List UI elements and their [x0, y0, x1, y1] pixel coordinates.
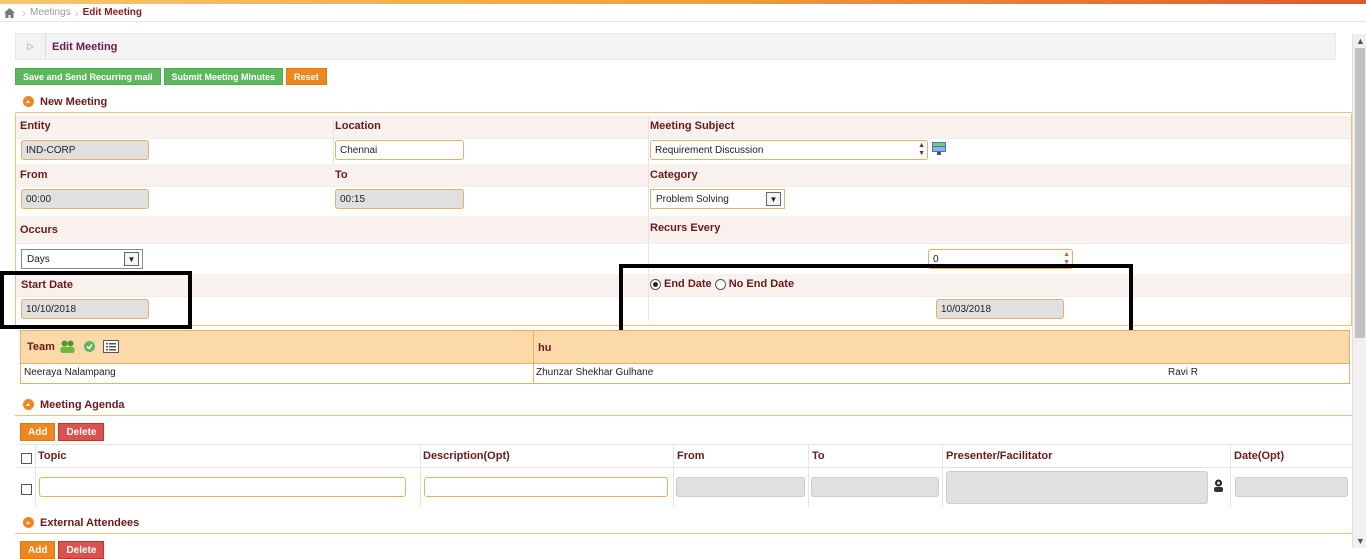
- check-icon[interactable]: [84, 341, 95, 355]
- panel-title: Edit Meeting: [52, 40, 118, 53]
- agenda-col-from: From: [677, 450, 705, 462]
- location-label: Location: [335, 120, 381, 132]
- row-checkbox[interactable]: [21, 484, 32, 495]
- agenda-presenter-input[interactable]: [946, 471, 1208, 504]
- section-meeting-agenda[interactable]: Meeting Agenda: [15, 394, 1352, 416]
- recurs-every-value: 0: [933, 253, 939, 265]
- occurs-value: Days: [27, 253, 50, 265]
- person-search-icon[interactable]: [1213, 479, 1224, 495]
- divider: [17, 467, 1352, 468]
- recurs-every-label: Recurs Every: [650, 222, 721, 234]
- category-label: Category: [650, 169, 698, 181]
- section-meeting-agenda-title: Meeting Agenda: [40, 398, 125, 411]
- scroll-up-icon[interactable]: ▲: [1356, 36, 1365, 46]
- external-delete-button[interactable]: Delete: [58, 541, 105, 559]
- external-toolbar: Add Delete: [20, 541, 105, 559]
- from-field[interactable]: 00:00: [21, 189, 149, 209]
- section-external-attendees[interactable]: External Attendees: [15, 512, 1352, 534]
- agenda-description-input[interactable]: [424, 477, 668, 497]
- category-select[interactable]: Problem Solving ▼: [650, 189, 785, 209]
- agenda-add-button[interactable]: Add: [20, 423, 56, 441]
- chevron-right-icon: ›: [74, 5, 79, 20]
- chevron-down-icon[interactable]: ▼: [766, 192, 781, 206]
- agenda-col-description: Description(Opt): [423, 450, 510, 462]
- chevron-right-icon: ›: [22, 5, 26, 20]
- external-add-button[interactable]: Add: [20, 541, 56, 559]
- category-value: Problem Solving: [656, 193, 729, 205]
- location-field[interactable]: Chennai: [335, 140, 464, 160]
- toolbar: Save and Send Recurring mail Submit Meet…: [15, 68, 327, 86]
- reset-button[interactable]: Reset: [286, 68, 327, 85]
- agenda-col-presenter: Presenter/Facilitator: [946, 450, 1053, 462]
- breadcrumb-edit-meeting: Edit Meeting: [82, 7, 143, 18]
- collapse-icon[interactable]: [23, 399, 34, 410]
- divider: [333, 116, 334, 164]
- save-send-recurring-button[interactable]: Save and Send Recurring mail: [15, 68, 161, 85]
- scrollbar-thumb[interactable]: [1355, 48, 1365, 338]
- subject-spinner-icon[interactable]: ▲ ▼: [918, 142, 925, 158]
- agenda-col-topic: Topic: [38, 450, 67, 462]
- agenda-topic-input[interactable]: [39, 477, 406, 497]
- divider: [420, 445, 421, 507]
- collapse-icon[interactable]: [23, 96, 34, 107]
- divider: [808, 445, 809, 507]
- home-icon[interactable]: [0, 4, 18, 22]
- to-label: To: [335, 169, 348, 181]
- subject-value: Requirement Discussion: [655, 144, 764, 156]
- list-icon[interactable]: [103, 340, 119, 356]
- agenda-col-to: To: [812, 450, 825, 462]
- divider: [942, 445, 943, 507]
- entity-label: Entity: [20, 120, 51, 132]
- agenda-to-input[interactable]: [811, 477, 939, 497]
- panel-header: ▷ Edit Meeting: [15, 33, 1336, 60]
- highlight-box-end-date: [619, 264, 1133, 340]
- agenda-col-date: Date(Opt): [1234, 450, 1285, 462]
- subject-label: Meeting Subject: [650, 120, 735, 132]
- people-icon[interactable]: [60, 340, 75, 356]
- panel-toggle-icon[interactable]: ▷: [16, 34, 46, 59]
- breadcrumb: › Meetings › Edit Meeting: [0, 4, 1366, 22]
- vertical-scrollbar[interactable]: ▲ ▼: [1352, 34, 1366, 548]
- subject-field[interactable]: Requirement Discussion ▲ ▼: [650, 140, 928, 160]
- agenda-toolbar: Add Delete: [20, 423, 105, 441]
- scroll-down-icon[interactable]: ▼: [1356, 536, 1365, 546]
- chevron-down-icon[interactable]: ▼: [124, 252, 139, 266]
- section-external-attendees-title: External Attendees: [40, 516, 140, 529]
- team-label: Team: [27, 341, 55, 353]
- agenda-from-input[interactable]: [676, 477, 805, 497]
- divider: [673, 445, 674, 507]
- team-member: Neeraya Nalampang: [24, 367, 116, 378]
- from-label: From: [20, 169, 48, 181]
- occurs-select[interactable]: Days ▼: [21, 249, 143, 269]
- team-member: Zhunzar Shekhar Gulhane: [536, 367, 654, 378]
- agenda-table: Topic Description(Opt) From To Presenter…: [17, 444, 1352, 507]
- breadcrumb-meetings[interactable]: Meetings: [30, 7, 71, 18]
- to-field[interactable]: 00:15: [335, 189, 464, 209]
- divider: [1230, 445, 1231, 507]
- team-table: Team hu Neeraya Nalampang Zhunzar Shekha…: [20, 330, 1350, 384]
- agenda-delete-button[interactable]: Delete: [58, 423, 105, 441]
- section-new-meeting-title: New Meeting: [40, 95, 108, 108]
- monitor-icon[interactable]: [932, 142, 946, 158]
- collapse-icon[interactable]: [23, 517, 34, 528]
- divider: [533, 331, 534, 383]
- team-column-hu: hu: [538, 342, 552, 354]
- submit-minutes-button[interactable]: Submit Meeting Minutes: [163, 68, 284, 85]
- section-new-meeting[interactable]: New Meeting: [15, 91, 1352, 113]
- agenda-date-input[interactable]: [1235, 477, 1348, 497]
- occurs-label: Occurs: [20, 224, 58, 236]
- entity-field[interactable]: IND-CORP: [21, 140, 149, 160]
- divider: [35, 445, 36, 507]
- team-header: [21, 331, 1349, 364]
- highlight-box-start-date: [0, 271, 192, 329]
- team-member: Ravi R: [1168, 367, 1199, 378]
- select-all-checkbox[interactable]: [21, 453, 32, 464]
